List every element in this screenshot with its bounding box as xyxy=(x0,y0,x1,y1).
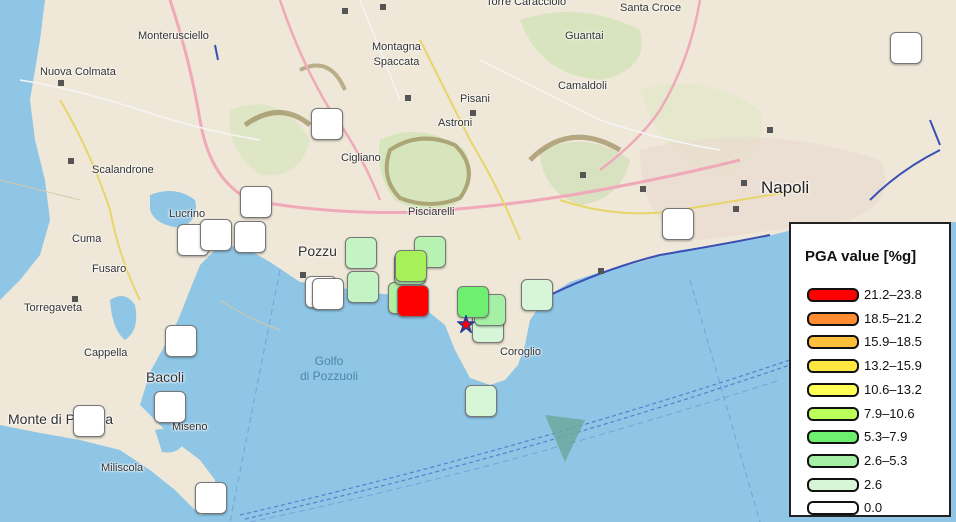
station-marker[interactable] xyxy=(395,250,427,282)
place-label: Fusaro xyxy=(92,263,127,275)
place-label: Cappella xyxy=(84,347,128,359)
legend-label: 10.6–13.2 xyxy=(864,381,922,397)
place-label: Pozzu xyxy=(298,243,337,259)
station-marker[interactable] xyxy=(312,278,344,310)
place-label: Santa Croce xyxy=(620,2,682,14)
station-marker[interactable] xyxy=(457,286,489,318)
place-label: Coroglio xyxy=(500,346,541,358)
station-marker[interactable] xyxy=(662,208,694,240)
legend-swatch xyxy=(807,430,859,445)
legend-label: 5.3–7.9 xyxy=(864,429,908,445)
station-marker[interactable] xyxy=(345,237,377,269)
poi-marker xyxy=(470,110,476,116)
poi-marker xyxy=(342,8,348,14)
place-label: Pisani xyxy=(460,93,490,105)
place-label: Pisciarelli xyxy=(408,206,455,218)
place-label: Napoli xyxy=(761,178,810,197)
place-label: Nuova Colmata xyxy=(40,66,116,78)
legend-label: 21.2–23.8 xyxy=(864,287,922,302)
poi-marker xyxy=(733,206,739,212)
legend-label: 2.6 xyxy=(864,476,883,492)
legend-swatch xyxy=(807,406,859,421)
station-marker[interactable] xyxy=(347,271,379,303)
legend-label: 2.6–5.3 xyxy=(864,452,908,468)
sea-label: Golfo di Pozzuoli xyxy=(300,354,359,383)
legend-label: 7.9–10.6 xyxy=(864,405,915,421)
station-marker[interactable] xyxy=(240,186,272,218)
place-label: Torre Caracciolo xyxy=(486,0,567,8)
legend-title: PGA value [%g] xyxy=(805,248,917,265)
place-label: Montagna Spaccata xyxy=(372,41,421,68)
place-label: Monterusciello xyxy=(138,30,209,42)
place-label: Camaldoli xyxy=(558,80,607,92)
pga-legend: PGA value [%g] 21.2–23.8 18.5–21.2 15.9–18… xyxy=(789,222,951,517)
place-label: Scalandrone xyxy=(92,164,154,176)
station-marker[interactable] xyxy=(465,385,497,417)
place-label: Lucrino xyxy=(169,208,206,220)
place-label: Guantai xyxy=(565,30,604,42)
station-marker[interactable] xyxy=(73,405,105,437)
station-marker[interactable] xyxy=(521,279,553,311)
epicenter-star-icon[interactable] xyxy=(457,315,475,333)
poi-marker xyxy=(640,186,646,192)
place-label: Cigliano xyxy=(341,152,381,164)
station-marker[interactable] xyxy=(234,221,266,253)
poi-marker xyxy=(72,296,78,302)
station-marker[interactable] xyxy=(200,219,232,251)
station-marker[interactable] xyxy=(195,482,227,514)
poi-marker xyxy=(767,127,773,133)
legend-label: 13.2–15.9 xyxy=(864,358,922,374)
legend-swatch xyxy=(807,311,859,326)
poi-marker xyxy=(598,268,604,274)
legend-swatch xyxy=(807,359,859,374)
place-label: Miliscola xyxy=(101,462,144,474)
place-label: Torregaveta xyxy=(24,302,83,314)
poi-marker xyxy=(380,4,386,10)
legend-label: 0.0 xyxy=(864,500,883,516)
place-label: Astroni xyxy=(438,117,473,129)
poi-marker xyxy=(405,95,411,101)
poi-marker xyxy=(58,80,64,86)
station-marker[interactable] xyxy=(397,285,429,317)
legend-swatch xyxy=(807,382,859,397)
poi-marker xyxy=(580,172,586,178)
station-marker[interactable] xyxy=(890,32,922,64)
legend-swatch xyxy=(807,501,859,516)
legend-swatch xyxy=(807,453,859,468)
poi-marker xyxy=(741,180,747,186)
poi-marker xyxy=(300,272,306,278)
place-label: Cuma xyxy=(72,233,102,245)
station-marker[interactable] xyxy=(165,325,197,357)
place-label: Bacoli xyxy=(146,369,185,385)
station-marker[interactable] xyxy=(311,108,343,140)
legend-swatch xyxy=(807,288,859,302)
station-marker[interactable] xyxy=(154,391,186,423)
legend-swatch xyxy=(807,477,859,492)
legend-label: 15.9–18.5 xyxy=(864,334,922,350)
legend-swatch xyxy=(807,335,859,350)
legend-label: 18.5–21.2 xyxy=(864,310,922,326)
poi-marker xyxy=(68,158,74,164)
